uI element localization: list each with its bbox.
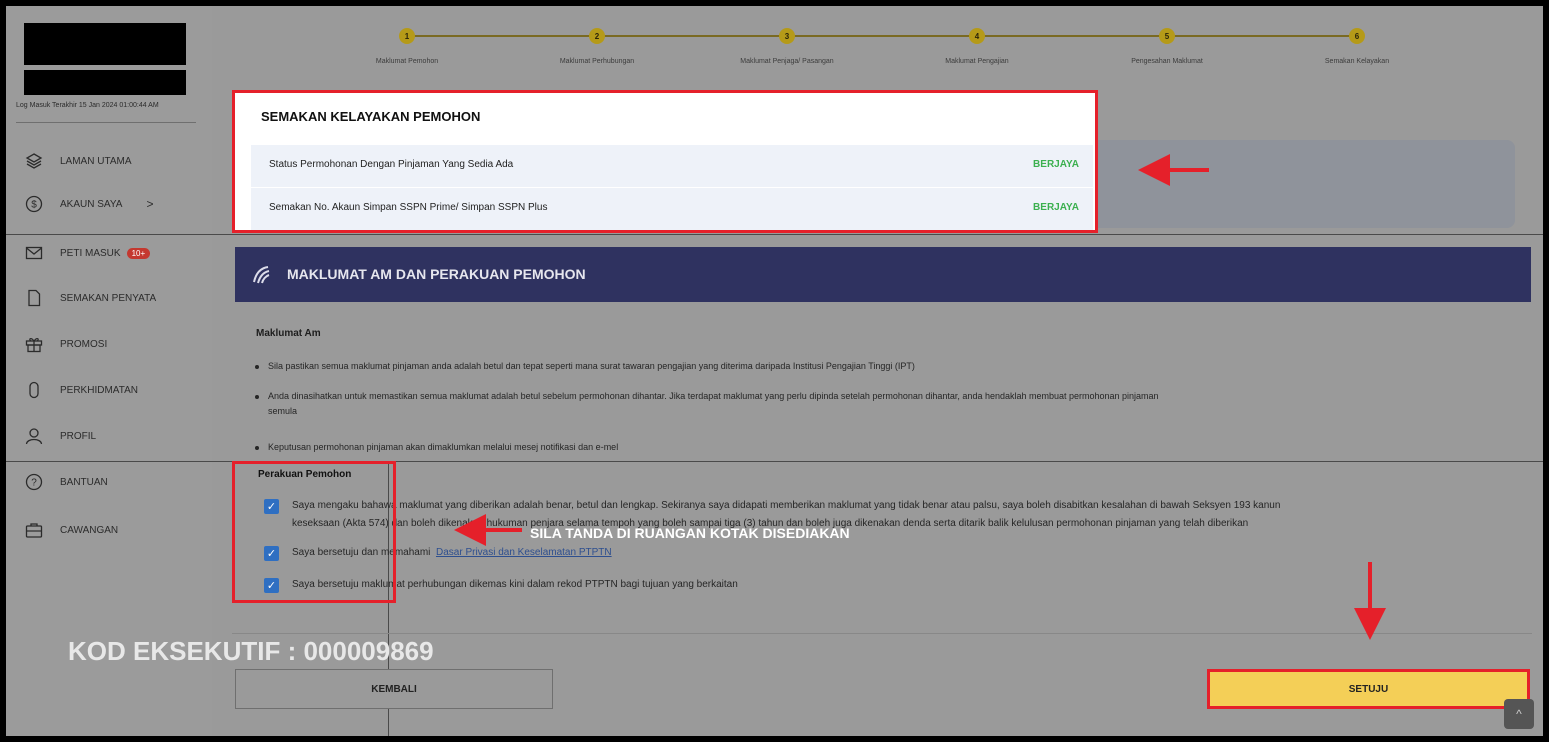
annotation-arrows — [454, 154, 1386, 640]
app-frame: Log Masuk Terakhir 15 Jan 2024 01:00:44 … — [6, 6, 1543, 736]
scroll-to-top-icon[interactable]: ^ — [1504, 699, 1534, 729]
kembali-button[interactable]: KEMBALI — [235, 669, 553, 709]
setuju-button[interactable]: SETUJU — [1207, 669, 1530, 709]
